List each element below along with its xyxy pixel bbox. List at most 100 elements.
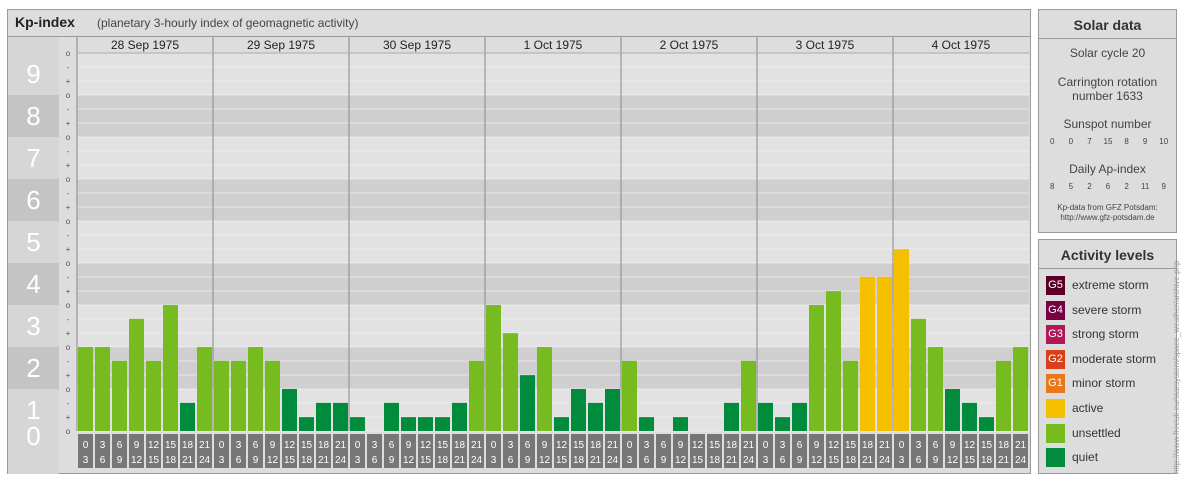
kp-bar (180, 402, 195, 431)
interval-start-label: 12 (692, 440, 704, 451)
credit-link[interactable]: http://www.gfz-potsdam.de (1039, 213, 1176, 223)
ap-value: 2 (1087, 182, 1092, 191)
kp-bar (928, 347, 943, 431)
legend-swatch (1046, 399, 1065, 418)
interval-end-label: 18 (845, 455, 857, 466)
legend-swatch (1046, 423, 1065, 443)
interval-end-label: 3 (899, 455, 905, 466)
kp-bar (503, 333, 518, 431)
interval-end-label: 21 (454, 455, 466, 466)
interval-start-label: 18 (998, 440, 1010, 451)
interval-end-label: 24 (879, 455, 891, 466)
kp-bar (571, 389, 586, 431)
kp-bar (843, 360, 858, 431)
legend-label: strong storm (1072, 327, 1139, 342)
kp-bar (758, 402, 773, 431)
kp-bar (231, 360, 246, 431)
kp-index-widget: Kp-index (planetary 3-hourly index of ge… (0, 0, 1184, 480)
interval-start-label: 6 (253, 440, 259, 451)
kp-bar (996, 360, 1011, 431)
interval-end-label: 6 (780, 455, 786, 466)
ap-value: 11 (1140, 182, 1150, 191)
sunspot-value: 0 (1050, 137, 1055, 146)
interval-end-label: 6 (508, 455, 514, 466)
interval-end-label: 12 (403, 455, 415, 466)
kp-bar (622, 360, 637, 431)
y-subtick-label: o (66, 175, 71, 184)
solar-cycle: Solar cycle 20 (1069, 46, 1146, 60)
day-label: 28 Sep 1975 (111, 38, 179, 52)
y-subtick-label: - (67, 399, 70, 408)
interval-start-label: 18 (182, 440, 194, 451)
ap-value: 5 (1068, 182, 1074, 191)
y-subtick-label: + (66, 203, 71, 212)
ap-title: Daily Ap-index (1069, 162, 1146, 176)
kp-bar (146, 360, 161, 431)
y-subtick-label: + (66, 245, 71, 254)
y-tick-label: 5 (26, 227, 40, 257)
interval-start-label: 6 (117, 440, 123, 451)
interval-start-label: 12 (828, 440, 840, 451)
kp-bar (962, 402, 977, 431)
watermark: http://www.freeuk.eu/starsystem/space_we… (1172, 260, 1181, 474)
kp-bar (486, 305, 501, 431)
interval-start-label: 21 (607, 440, 619, 451)
interval-end-label: 9 (525, 455, 531, 466)
interval-end-label: 12 (675, 455, 687, 466)
interval-end-label: 24 (1015, 455, 1027, 466)
y-subtick-label: - (67, 315, 70, 324)
interval-start-label: 9 (814, 440, 820, 451)
interval-end-label: 3 (763, 455, 769, 466)
kp-bar (588, 402, 603, 431)
interval-end-label: 15 (284, 455, 296, 466)
y-subtick-label: - (67, 273, 70, 282)
solar-data-title: Solar data (1073, 17, 1142, 33)
y-subtick-label: - (67, 231, 70, 240)
y-subtick-label: - (67, 357, 70, 366)
interval-end-label: 18 (709, 455, 721, 466)
kp-bar (945, 389, 960, 431)
y-subtick-label: + (66, 371, 71, 380)
ap-value: 2 (1124, 182, 1129, 191)
interval-end-label: 24 (471, 455, 483, 466)
y-subtick-label: - (67, 105, 70, 114)
kp-bar (418, 417, 433, 431)
interval-start-label: 18 (590, 440, 602, 451)
interval-end-label: 9 (661, 455, 667, 466)
kp-bar (860, 276, 875, 431)
plot-band (77, 137, 1029, 179)
interval-start-label: 21 (743, 440, 755, 451)
kp-bar (792, 402, 807, 431)
interval-end-label: 12 (131, 455, 143, 466)
sunspot-value: 8 (1124, 137, 1129, 146)
activity-title-divider (1039, 268, 1176, 269)
interval-end-label: 18 (301, 455, 313, 466)
y-subtick-label: + (66, 119, 71, 128)
y-tick-label: 3 (26, 311, 40, 341)
legend-swatch: G5 (1046, 276, 1065, 295)
y-subtick-label: + (66, 413, 71, 422)
interval-start-label: 18 (454, 440, 466, 451)
sunspot-value: 0 (1068, 137, 1074, 146)
kp-bar (639, 417, 654, 431)
y-tick-label: 8 (26, 101, 40, 131)
interval-start-label: 21 (199, 440, 211, 451)
interval-end-label: 9 (797, 455, 803, 466)
interval-start-label: 12 (284, 440, 296, 451)
kp-bar (214, 360, 229, 431)
plot-band (77, 221, 1029, 263)
legend-label: moderate storm (1072, 351, 1157, 366)
legend-label: severe storm (1072, 302, 1142, 317)
interval-end-label: 24 (199, 455, 211, 466)
interval-start-label: 15 (845, 440, 857, 451)
chart-subtitle: (planetary 3-hourly index of geomagnetic… (97, 16, 359, 30)
carrington-line1: Carrington rotation (1057, 75, 1158, 89)
y-tick-label: 6 (26, 185, 40, 215)
ap-value: 8 (1050, 182, 1055, 191)
y-subtick-label: o (66, 301, 71, 310)
kp-bar (435, 417, 450, 431)
y-subtick-label: o (66, 343, 71, 352)
activity-levels-panel: Activity levels G5 extreme storm G4 severe … (1038, 239, 1177, 474)
interval-start-label: 3 (100, 440, 106, 451)
interval-start-label: 15 (437, 440, 449, 451)
